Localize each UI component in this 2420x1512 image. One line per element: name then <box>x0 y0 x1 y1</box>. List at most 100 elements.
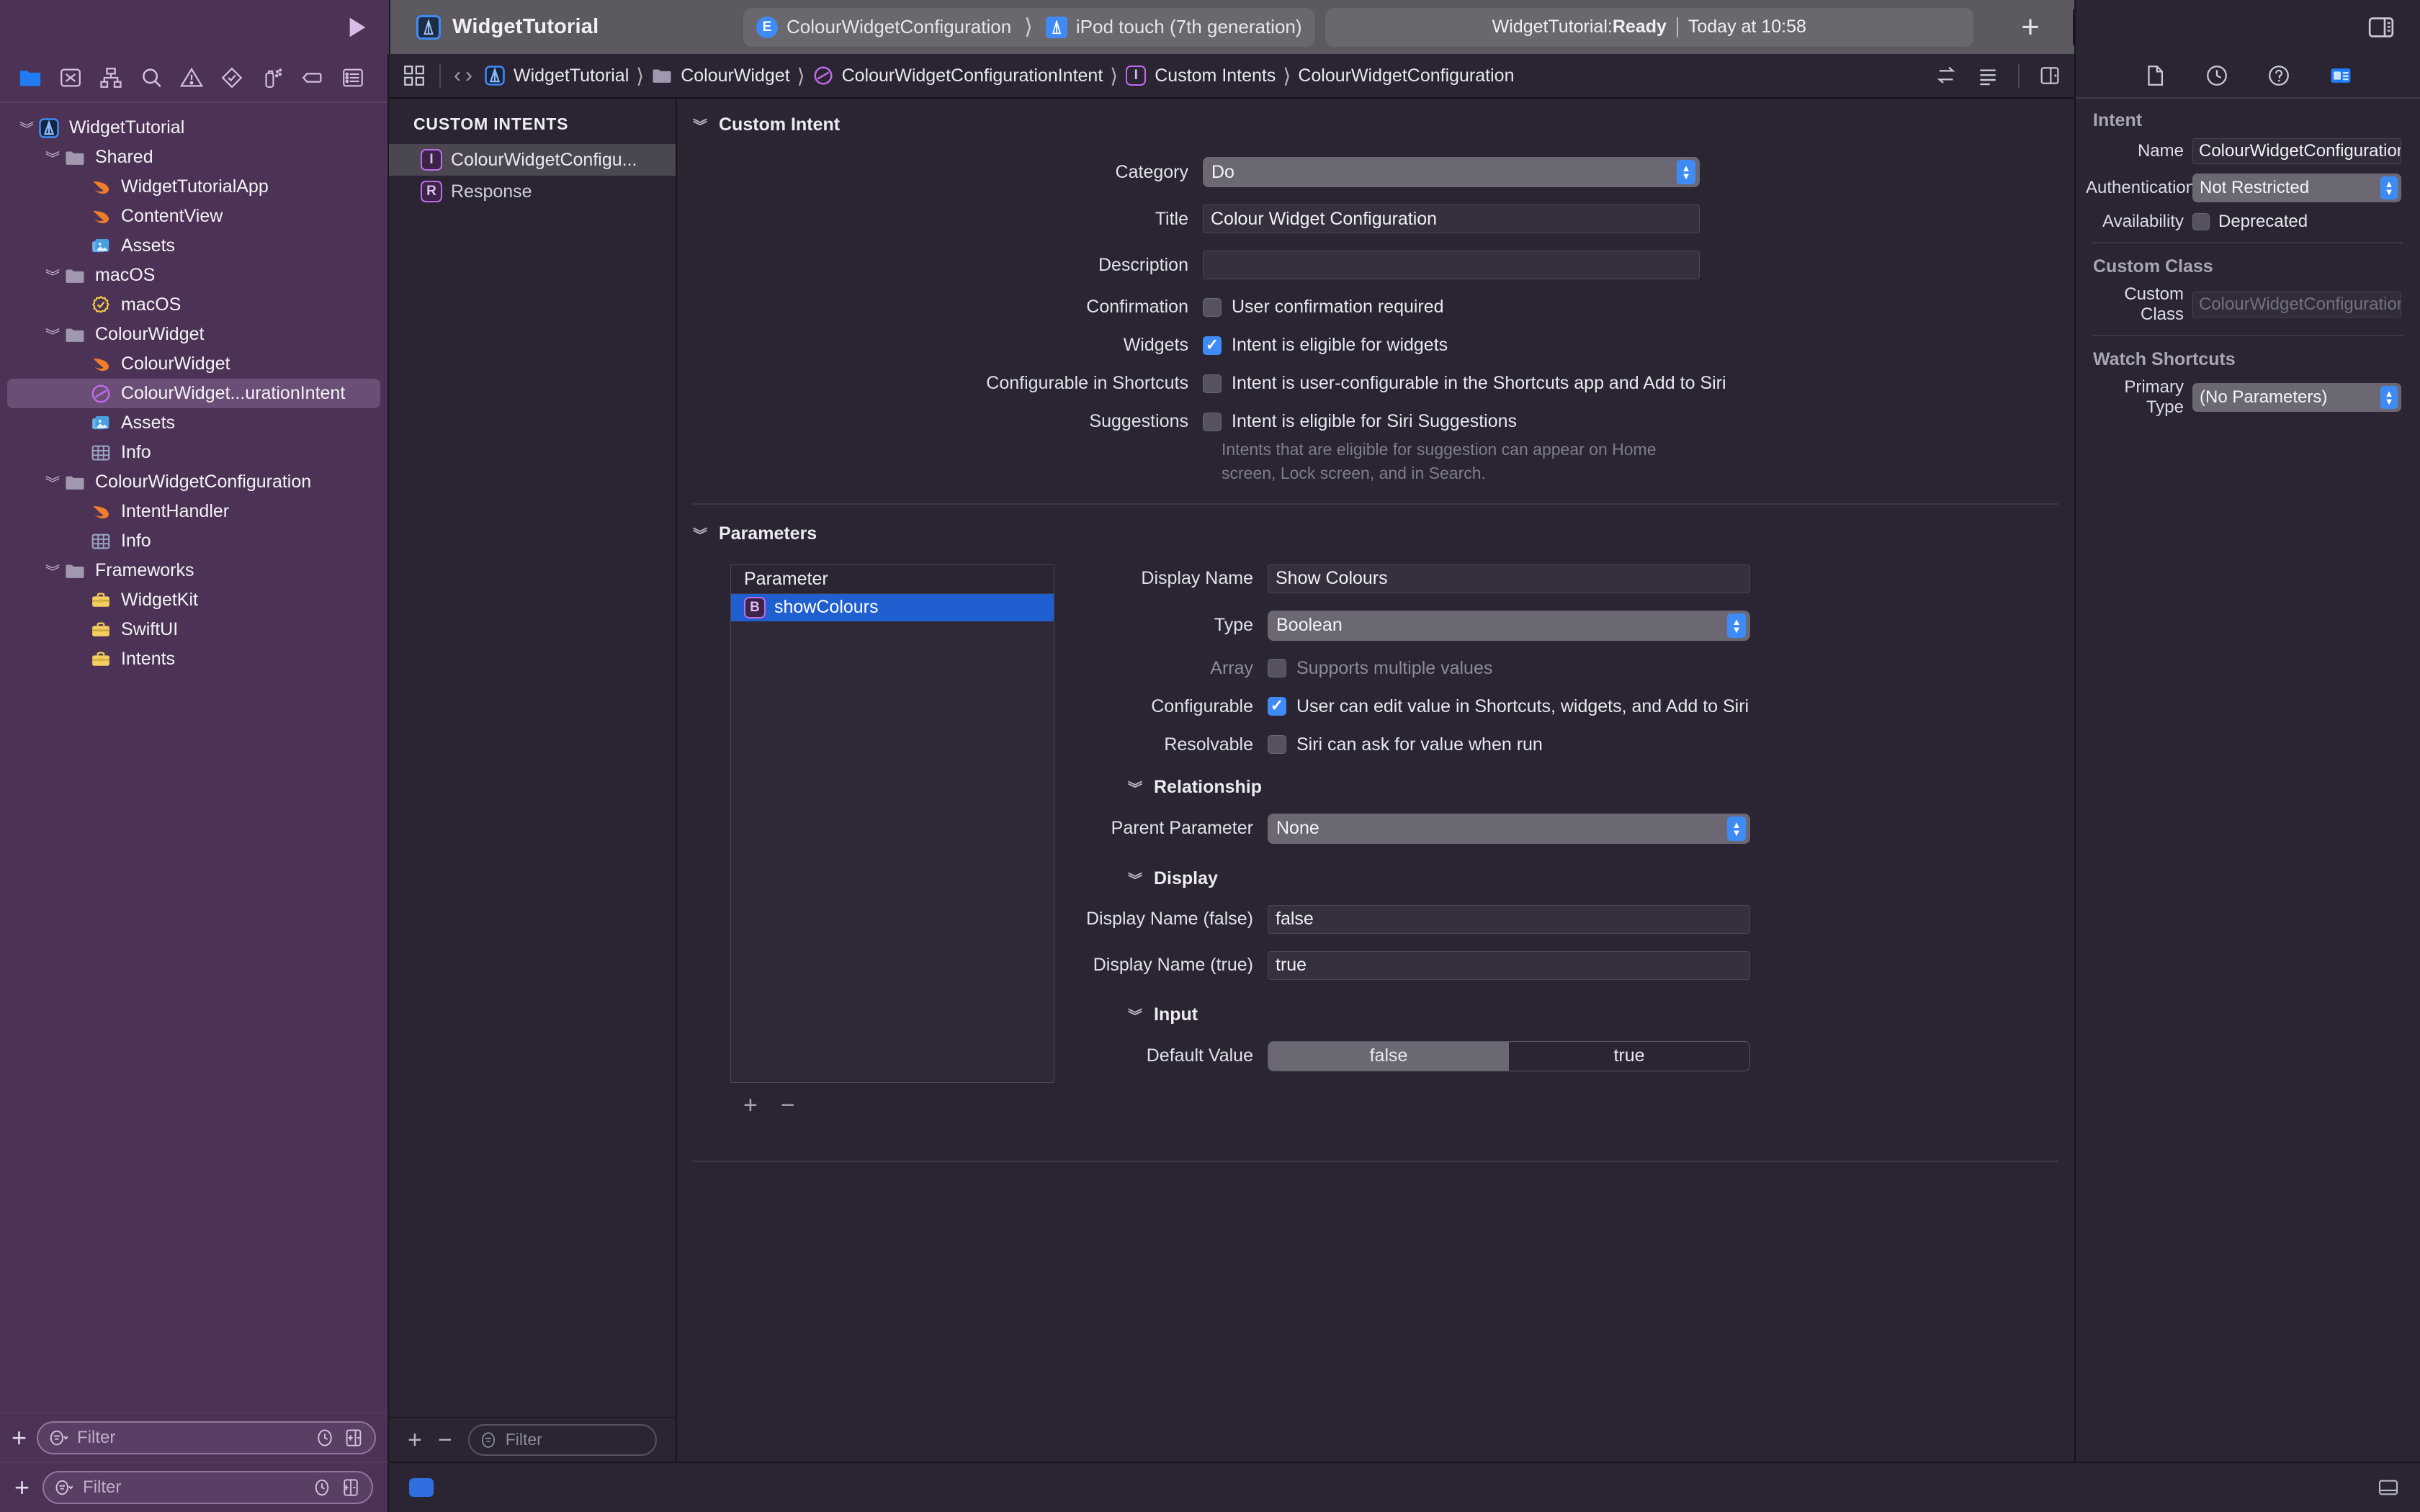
find-navigator-icon[interactable] <box>131 58 171 98</box>
suggestions-checkbox[interactable] <box>1203 412 1222 431</box>
list-view-icon[interactable] <box>1976 64 1999 87</box>
display-true-input[interactable]: true <box>1268 950 1750 980</box>
nav-tree-item[interactable]: ︾IntentHandler <box>7 497 380 526</box>
breadcrumb-item[interactable]: ColourWidget <box>651 65 790 86</box>
nav-tree-item[interactable]: ︾ WidgetTutorial <box>7 113 380 143</box>
display-name-input[interactable]: Show Colours <box>1268 564 1750 593</box>
nav-tree-item[interactable]: ︾Info <box>7 526 380 556</box>
inspector-name-input[interactable]: ColourWidgetConfiguration <box>2192 138 2401 164</box>
parameter-row[interactable]: BshowColours <box>731 593 1054 621</box>
nav-tree-item[interactable]: ︾ macOS <box>7 261 380 290</box>
remove-parameter-button[interactable]: − <box>781 1093 795 1117</box>
issue-navigator-icon[interactable] <box>171 58 212 98</box>
hierarchy-filter-icon[interactable] <box>340 1477 362 1498</box>
chevron-updown-icon[interactable]: ▲ ▼ <box>2380 176 2398 199</box>
back-button[interactable]: ‹ <box>454 63 461 88</box>
source-control-filter-icon[interactable] <box>343 1427 364 1449</box>
chevron-updown-icon[interactable]: ▲ ▼ <box>1727 816 1746 841</box>
assistant-editor-icon[interactable] <box>2038 64 2061 87</box>
chevron-down-icon[interactable]: ︾ <box>1128 868 1142 889</box>
nav-tree-item[interactable]: ︾ColourWidget...urationIntent <box>7 379 380 408</box>
nav-tree-item[interactable]: ︾ColourWidget <box>7 320 380 349</box>
chevron-updown-icon[interactable]: ▲ ▼ <box>1677 160 1695 184</box>
add-parameter-button[interactable]: + <box>743 1093 758 1117</box>
bottom-filter-field[interactable]: Filter <box>42 1470 373 1504</box>
chevron-down-icon[interactable]: ︾ <box>1128 777 1142 798</box>
custom-intent-list-item[interactable]: I ColourWidgetConfigu... <box>389 144 676 176</box>
custom-intents-list[interactable]: I ColourWidgetConfigu... R Response <box>389 144 676 1417</box>
nav-tree-item[interactable]: ︾ColourWidget <box>7 349 380 379</box>
scheme-destination-selector[interactable]: E ColourWidgetConfiguration ⟩ iPod touch… <box>743 7 1315 47</box>
forward-button[interactable]: › <box>465 63 472 88</box>
add-file-button[interactable]: + <box>12 1424 27 1451</box>
type-popup[interactable]: Boolean ▲ ▼ <box>1268 610 1750 641</box>
chevron-down-icon[interactable]: ︾ <box>43 147 62 168</box>
chevron-down-icon[interactable]: ︾ <box>17 117 36 138</box>
configurable-shortcuts-checkbox[interactable] <box>1203 374 1222 393</box>
parameters-table[interactable]: Parameter BshowColours <box>730 564 1054 1083</box>
chevron-down-icon[interactable]: ︾ <box>43 324 62 345</box>
array-checkbox[interactable] <box>1268 659 1286 678</box>
scheme-name[interactable]: ColourWidgetConfiguration <box>786 16 1011 38</box>
default-value-option-false[interactable]: false <box>1268 1041 1509 1071</box>
breadcrumb-item[interactable]: ColourWidgetConfigurationIntent <box>812 65 1103 86</box>
remove-intent-button[interactable]: − <box>438 1428 452 1452</box>
parameters-table-body[interactable]: BshowColours <box>731 593 1054 1082</box>
test-navigator-icon[interactable] <box>212 58 252 98</box>
history-inspector-icon[interactable] <box>2205 63 2229 88</box>
parameters-section-header[interactable]: ︾ Parameters <box>677 505 2074 544</box>
resolvable-checkbox[interactable] <box>1268 735 1286 755</box>
custom-intent-list-item[interactable]: R Response <box>389 176 676 207</box>
add-intent-button[interactable]: + <box>408 1428 422 1452</box>
clock-filter-icon[interactable] <box>314 1427 336 1449</box>
run-play-icon[interactable] <box>341 13 370 42</box>
breadcrumb-item[interactable]: I Custom Intents <box>1125 65 1276 86</box>
relationship-section-header[interactable]: ︾ Relationship <box>1128 777 2074 798</box>
category-popup[interactable]: Do ▲ ▼ <box>1203 157 1700 187</box>
chevron-down-icon[interactable]: ︾ <box>693 523 707 544</box>
chevron-down-icon[interactable]: ︾ <box>693 114 707 135</box>
inspector-primary-type-popup[interactable]: (No Parameters) ▲ ▼ <box>2192 383 2401 412</box>
title-input[interactable]: Colour Widget Configuration <box>1203 204 1700 233</box>
display-section-header[interactable]: ︾ Display <box>1128 868 2074 889</box>
default-value-segmented-control[interactable]: false true <box>1268 1040 1750 1071</box>
nav-tree-item[interactable]: ︾Assets <box>7 408 380 438</box>
nav-tree-item[interactable]: ︾WidgetTutorialApp <box>7 172 380 202</box>
debug-area-toggle-icon[interactable] <box>2377 1476 2400 1499</box>
quick-help-icon[interactable] <box>2267 63 2291 88</box>
inspector-custom-class-input[interactable]: ColourWidgetConfigurationInte <box>2192 292 2401 318</box>
breadcrumb-item[interactable]: ColourWidgetConfiguration <box>1298 66 1514 86</box>
folder-project-navigator-icon[interactable] <box>10 58 50 98</box>
navigator-filter-field[interactable]: Filter <box>37 1421 376 1454</box>
debug-navigator-icon[interactable] <box>252 58 292 98</box>
clock-filter-icon[interactable] <box>311 1477 333 1498</box>
parent-parameter-popup[interactable]: None ▲ ▼ <box>1268 813 1750 844</box>
display-false-input[interactable]: false <box>1268 904 1750 934</box>
input-section-header[interactable]: ︾ Input <box>1128 1004 2074 1025</box>
source-control-navigator-icon[interactable] <box>50 58 91 98</box>
confirmation-checkbox[interactable] <box>1203 297 1222 317</box>
nav-tree-item[interactable]: ︾WidgetKit <box>7 585 380 615</box>
add-item-button[interactable]: + <box>14 1474 30 1500</box>
related-items-icon[interactable] <box>402 63 426 88</box>
nav-tree-item[interactable]: ︾Assets <box>7 231 380 261</box>
chevron-updown-icon[interactable]: ▲ ▼ <box>1727 613 1746 638</box>
breadcrumb-item[interactable]: WidgetTutorial <box>484 65 629 86</box>
editor-nav-arrows[interactable]: ‹ › <box>454 63 472 88</box>
file-inspector-icon[interactable] <box>2143 63 2167 88</box>
chevron-down-icon[interactable]: ︾ <box>43 472 62 492</box>
right-sidebar-icon[interactable] <box>2367 13 2396 42</box>
destination-name[interactable]: iPod touch (7th generation) <box>1076 16 1302 38</box>
compare-versions-icon[interactable] <box>1935 64 1958 87</box>
nav-tree-item[interactable]: ︾ Frameworks <box>7 556 380 585</box>
widgets-checkbox[interactable] <box>1203 336 1222 355</box>
symbol-navigator-icon[interactable] <box>91 58 131 98</box>
custom-intent-section-header[interactable]: ︾ Custom Intent <box>677 99 2074 135</box>
chevron-down-icon[interactable]: ︾ <box>1128 1004 1142 1025</box>
nav-tree-item[interactable]: ︾Intents <box>7 644 380 674</box>
default-value-option-true[interactable]: true <box>1509 1042 1749 1071</box>
nav-tree-item[interactable]: ︾ Shared <box>7 143 380 172</box>
attributes-inspector-icon[interactable] <box>2329 63 2353 88</box>
nav-tree-item[interactable]: ︾ ColourWidgetConfiguration <box>7 467 380 497</box>
add-editor-button[interactable]: + <box>1988 9 2074 45</box>
